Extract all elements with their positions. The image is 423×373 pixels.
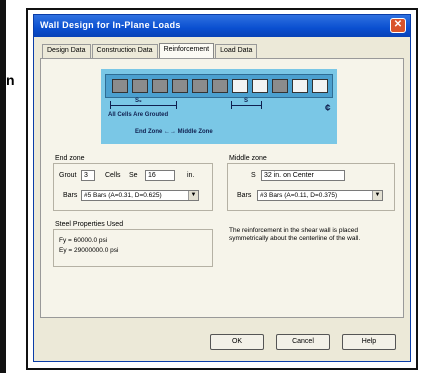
dimension-tick <box>261 101 262 109</box>
end-zone-group <box>53 163 213 211</box>
se-dimension-label: S₉ <box>135 98 142 104</box>
middle-zone-title: Middle zone <box>229 155 267 162</box>
se-label: Se <box>129 172 138 179</box>
ey-value: Ey = 29000000.0 psi <box>59 247 119 254</box>
all-cells-grouted-note: All Cells Are Grouted <box>108 112 169 118</box>
tab-construction-data[interactable]: Construction Data <box>91 44 158 58</box>
se-spacing-field[interactable]: 16 <box>145 170 175 181</box>
ok-button[interactable]: OK <box>210 334 264 350</box>
ungrouted-cell <box>292 79 308 93</box>
se-unit-label: in. <box>187 172 195 179</box>
grout-label: Grout <box>59 172 77 179</box>
end-zone-title: End zone <box>55 155 85 162</box>
grouted-cell <box>272 79 288 93</box>
clipped-side-text: n <box>6 72 15 88</box>
end-bars-select[interactable]: #5 Bars (A=0.31, D=0.625) ▼ <box>81 190 199 201</box>
zone-legend-note: End Zone ←→ Middle Zone <box>135 129 213 135</box>
window-title: Wall Design for In-Plane Loads <box>40 20 181 30</box>
s-dimension-label: S <box>244 98 249 104</box>
centerline-symbol: ¢ <box>325 103 331 114</box>
middle-bars-value: #3 Bars (A=0.11, D=0.375) <box>260 192 338 199</box>
middle-s-label: S <box>251 172 256 179</box>
middle-bars-select[interactable]: #3 Bars (A=0.11, D=0.375) ▼ <box>257 190 383 201</box>
grout-cells-field[interactable]: 3 <box>81 170 95 181</box>
cells-label: Cells <box>105 172 121 179</box>
help-button[interactable]: Help <box>342 334 396 350</box>
tab-load-data[interactable]: Load Data <box>215 44 258 58</box>
chevron-down-icon[interactable]: ▼ <box>188 191 198 200</box>
tab-strip: Design Data Construction Data Reinforcem… <box>42 43 258 58</box>
reinforcement-panel: S₉ S All Cells Are Grouted End Zone ←→ M… <box>40 58 404 318</box>
ungrouted-cell <box>252 79 268 93</box>
ungrouted-cell <box>312 79 328 93</box>
grouted-cell <box>172 79 188 93</box>
placement-note: The reinforcement in the shear wall is p… <box>229 227 361 242</box>
grouted-cell <box>192 79 208 93</box>
end-bars-value: #5 Bars (A=0.31, D=0.625) <box>84 192 162 199</box>
tab-design-data[interactable]: Design Data <box>42 44 91 58</box>
end-bars-label: Bars <box>63 192 78 199</box>
dimension-tick <box>176 101 177 109</box>
chevron-down-icon[interactable]: ▼ <box>372 191 382 200</box>
s-dimension-line <box>231 105 261 106</box>
wall-section <box>105 74 333 98</box>
middle-bars-label: Bars <box>237 192 252 199</box>
title-bar[interactable]: Wall Design for In-Plane Loads ✕ <box>34 15 410 37</box>
wall-reinforcement-diagram: S₉ S All Cells Are Grouted End Zone ←→ M… <box>101 69 337 144</box>
steel-properties-title: Steel Properties Used <box>55 221 124 228</box>
grouted-cell <box>112 79 128 93</box>
grouted-cell <box>152 79 168 93</box>
tab-reinforcement[interactable]: Reinforcement <box>158 43 215 58</box>
fy-value: Fy = 60000.0 psi <box>59 237 108 244</box>
cancel-button[interactable]: Cancel <box>276 334 330 350</box>
close-button[interactable]: ✕ <box>390 18 406 33</box>
ungrouted-cell <box>232 79 248 93</box>
grouted-cell <box>132 79 148 93</box>
dialog-window: Wall Design for In-Plane Loads ✕ Design … <box>33 14 411 362</box>
grouted-cell <box>212 79 228 93</box>
se-dimension-line <box>110 105 176 106</box>
middle-spacing-field[interactable]: 32 in. on Center <box>261 170 345 181</box>
left-margin-bar <box>0 0 6 373</box>
